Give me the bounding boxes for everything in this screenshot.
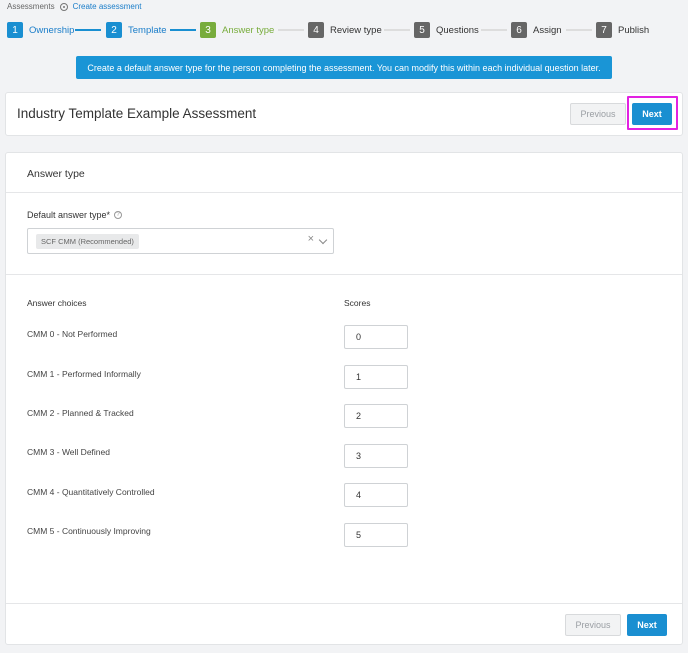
step-label: Publish [618,24,650,36]
circle-dot-icon [59,2,68,11]
step-number: 7 [596,22,612,38]
answer-choice-label: CMM 1 - Performed Informally [27,369,141,379]
step-questions[interactable]: 5 Questions [414,21,479,39]
score-input[interactable]: 1 [344,365,408,389]
page-title: Industry Template Example Assessment [17,106,257,121]
score-input[interactable]: 2 [344,404,408,428]
step-number: 5 [414,22,430,38]
score-input[interactable]: 4 [344,483,408,507]
step-connector [278,29,304,31]
answer-choice-label: CMM 2 - Planned & Tracked [27,408,134,418]
answer-choice-label: CMM 0 - Not Performed [27,329,118,339]
score-input[interactable]: 0 [344,325,408,349]
step-review-type[interactable]: 4 Review type [308,21,382,39]
step-ownership[interactable]: 1 Ownership [7,21,74,39]
footer-next-button[interactable]: Next [627,614,667,636]
info-icon[interactable]: ? [114,211,123,219]
selected-chip: SCF CMM (Recommended) [36,234,139,249]
step-label: Questions [436,24,479,36]
step-label: Ownership [29,24,75,36]
divider [6,274,682,275]
scores-header: Scores [344,298,371,308]
step-connector [481,29,507,31]
answer-choices-header: Answer choices [27,298,87,308]
step-connector [170,29,196,31]
close-icon[interactable]: × [308,233,314,245]
footer-previous-button[interactable]: Previous [565,614,621,636]
stepper: 1 Ownership 2 Template 3 Answer type 4 R… [7,21,687,39]
step-connector [566,29,592,31]
step-number: 3 [200,22,216,38]
step-number: 2 [106,22,122,38]
step-connector [384,29,410,31]
step-template[interactable]: 2 Template [106,21,167,39]
chevron-down-icon[interactable] [318,235,328,245]
answer-choice-label: CMM 5 - Continuously Improving [27,526,151,536]
info-banner: Create a default answer type for the per… [76,56,612,79]
step-number: 1 [7,22,23,38]
divider [6,603,682,604]
step-number: 4 [308,22,324,38]
breadcrumb: Assessments Create assessment [7,2,142,11]
answer-choice-label: CMM 4 - Quantitatively Controlled [27,487,155,497]
step-label: Answer type [222,24,275,36]
default-answer-type-label: Default answer type* ? [27,210,123,220]
header-card: Industry Template Example Assessment Pre… [5,92,683,136]
step-connector [75,29,101,31]
answer-choice-label: CMM 3 - Well Defined [27,447,110,457]
divider [6,192,682,193]
step-publish[interactable]: 7 Publish [596,21,649,39]
score-input[interactable]: 5 [344,523,408,547]
previous-button[interactable]: Previous [570,103,626,125]
breadcrumb-current[interactable]: Create assessment [73,2,142,11]
step-label: Assign [533,24,562,36]
default-answer-type-text: Default answer type* [27,210,111,220]
default-answer-type-select[interactable]: SCF CMM (Recommended) × [27,228,334,254]
step-answer-type[interactable]: 3 Answer type [200,21,274,39]
step-assign[interactable]: 6 Assign [511,21,562,39]
next-button-highlight [627,96,678,130]
score-input[interactable]: 3 [344,444,408,468]
step-label: Review type [330,24,382,36]
step-label: Template [128,24,167,36]
step-number: 6 [511,22,527,38]
section-title: Answer type [27,168,85,180]
answer-type-card: Answer type Default answer type* ? SCF C… [5,152,683,645]
breadcrumb-root[interactable]: Assessments [7,2,55,11]
